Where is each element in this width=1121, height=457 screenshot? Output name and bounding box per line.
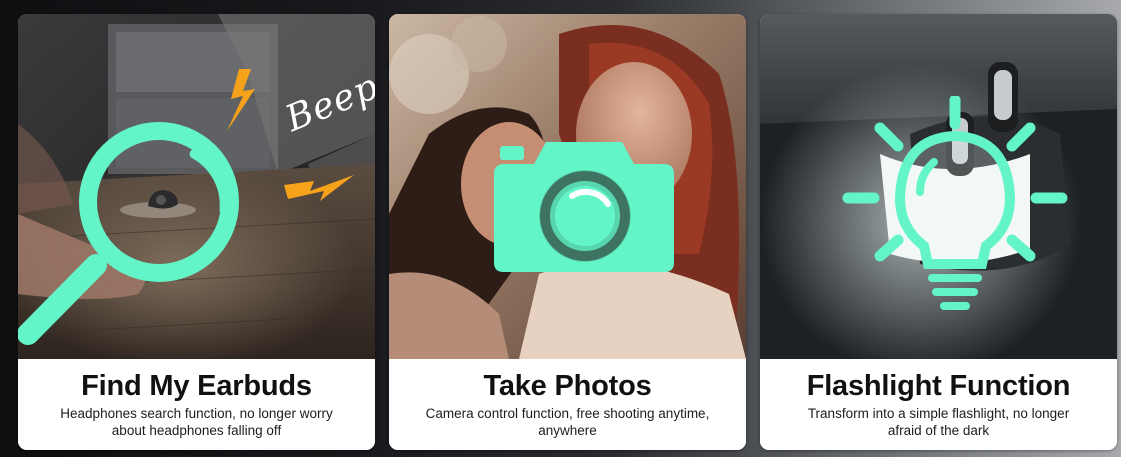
lightbulb-icon: [842, 96, 1068, 310]
camera-icon: [494, 142, 674, 272]
lightning-bolt-icon: [227, 69, 255, 131]
flashlight-caption: Flashlight Function Transform into a sim…: [760, 359, 1117, 450]
feature-card-take-photos: Take Photos Camera control function, fre…: [389, 14, 746, 450]
find-earbuds-caption: Find My Earbuds Headphones search functi…: [18, 359, 375, 450]
take-photos-caption: Take Photos Camera control function, fre…: [389, 359, 746, 450]
take-photos-photo: [389, 14, 746, 359]
lightning-bolt-icon: [284, 175, 354, 201]
feature-card-flashlight: Flashlight Function Transform into a sim…: [760, 14, 1117, 450]
card-description: Headphones search function, no longer wo…: [60, 406, 333, 438]
flashlight-photo: [760, 14, 1117, 359]
card-description: Camera control function, free shooting a…: [425, 406, 710, 438]
card-description: Transform into a simple flashlight, no l…: [807, 406, 1070, 438]
card-title: Flashlight Function: [806, 370, 1071, 402]
card-title: Take Photos: [483, 370, 652, 402]
find-earbuds-photo: Beep~: [18, 14, 375, 359]
card-title: Find My Earbuds: [81, 370, 312, 402]
feature-card-find-earbuds: Beep~ Find My Earbuds Headphones search …: [18, 14, 375, 450]
